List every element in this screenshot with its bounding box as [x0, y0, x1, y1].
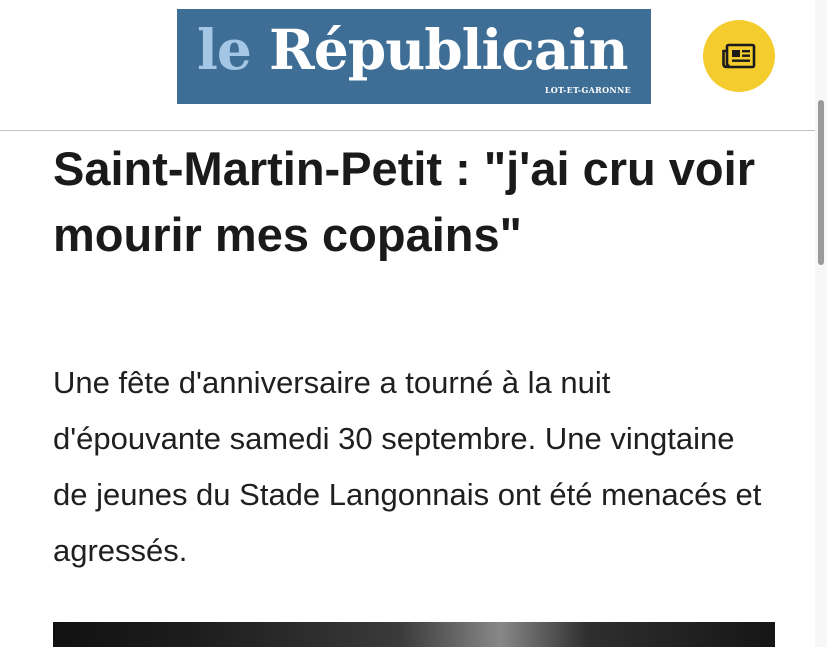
logo-wordmark: le Républicain — [197, 15, 628, 85]
scrollbar[interactable] — [815, 0, 827, 647]
logo-prefix: le — [197, 17, 252, 82]
article-headline[interactable]: Saint-Martin-Petit : "j'ai cru voir mour… — [53, 136, 773, 268]
newspaper-icon — [722, 43, 756, 69]
digital-edition-button[interactable] — [703, 20, 775, 92]
scrollbar-thumb[interactable] — [818, 100, 824, 265]
site-logo[interactable]: le Républicain LOT-ET-GARONNE — [177, 9, 651, 104]
article-lead: Une fête d'anniversaire a tourné à la nu… — [53, 365, 762, 568]
site-header: le Républicain LOT-ET-GARONNE — [0, 0, 815, 131]
logo-region: LOT-ET-GARONNE — [544, 85, 631, 95]
logo-name: Républicain — [269, 17, 628, 82]
article-image[interactable] — [53, 622, 775, 647]
